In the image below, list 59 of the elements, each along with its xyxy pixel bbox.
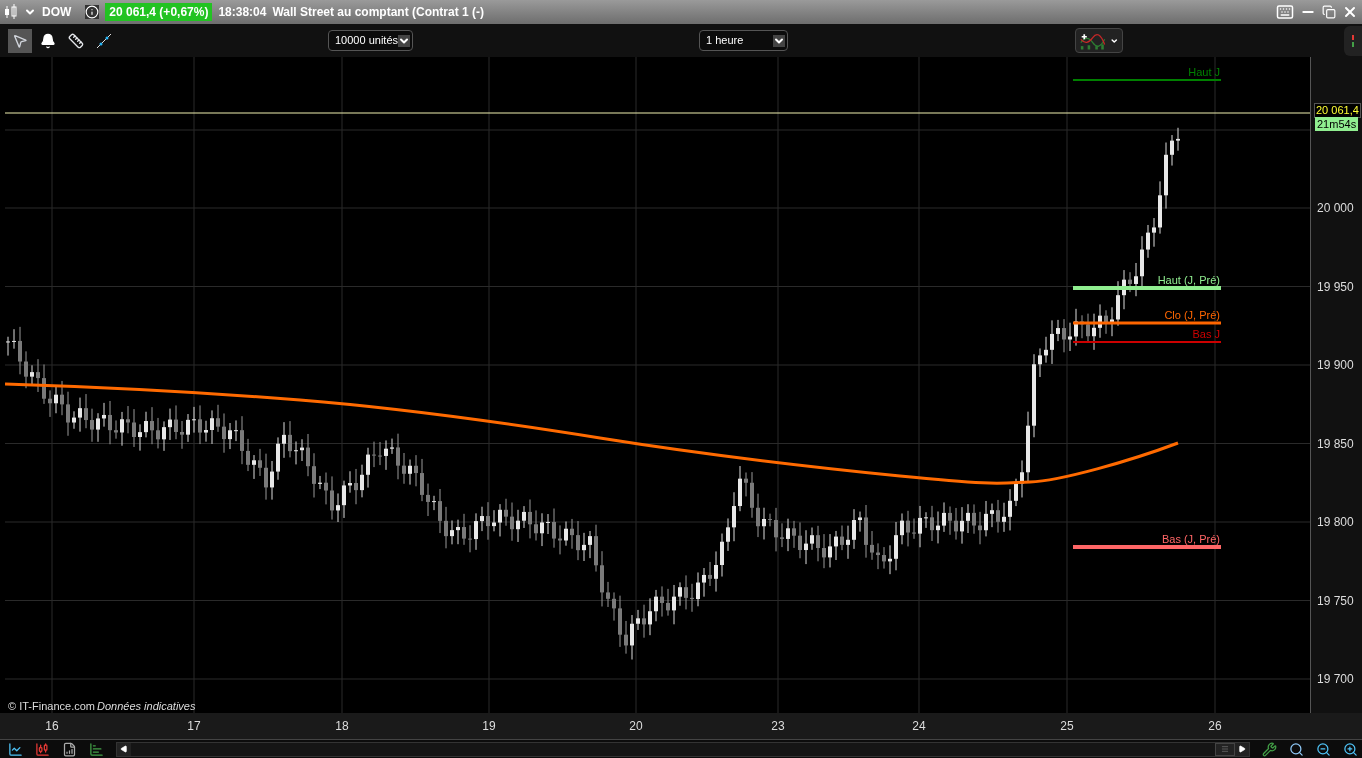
axis-label: 19 900	[1317, 359, 1354, 371]
bell-icon	[40, 32, 56, 49]
disclaimer-text: Données indicatives	[97, 700, 196, 712]
right-arrow-icon	[1238, 745, 1246, 753]
zoom-fit-icon[interactable]	[1289, 741, 1304, 757]
axis-label: 20	[629, 720, 643, 732]
bars-icon[interactable]	[89, 741, 104, 757]
axis-label: 23	[771, 720, 785, 732]
document-icon[interactable]	[62, 741, 77, 757]
ruler-icon	[68, 32, 84, 49]
side-panel-tab[interactable]	[1344, 26, 1362, 56]
close-icon[interactable]	[1342, 4, 1358, 20]
zoom-out-icon[interactable]	[1316, 741, 1331, 757]
axis-label: 19 950	[1317, 280, 1354, 293]
price-chart[interactable]: Haut J Haut (J, Pré) Clo (J, Pré) Bas J Bas (J, Pré) © IT-Finance.com Données indicatives	[5, 57, 1310, 713]
axis-label: 19 800	[1317, 516, 1354, 528]
caret-icon	[773, 34, 785, 47]
credit-text: © IT-Finance.com	[8, 700, 95, 712]
axis-label: 19 850	[1317, 437, 1354, 450]
axis-label: 20 000	[1317, 202, 1354, 214]
level-label: Bas J	[1192, 328, 1220, 340]
wrench-icon[interactable]	[1262, 741, 1277, 757]
candlestick-icon[interactable]	[35, 741, 50, 757]
axis-label: 18	[335, 720, 349, 732]
axis-label: 16	[45, 720, 59, 732]
level-label: Haut (J, Pré)	[1157, 274, 1220, 286]
info-icon[interactable]	[85, 5, 100, 19]
level-label: Clo (J, Pré)	[1164, 309, 1220, 321]
axis-label: 19	[482, 720, 496, 732]
axis-label: 24	[912, 720, 926, 732]
pointer-icon	[12, 32, 28, 49]
restore-icon[interactable]	[1322, 5, 1336, 19]
window-title: Wall Street au comptant (Contrat 1 (-)	[272, 4, 485, 21]
quantity-dropdown[interactable]: 10000 unités	[328, 30, 413, 51]
axis-label: 26	[1208, 720, 1222, 732]
keyboard-icon[interactable]	[1276, 3, 1294, 21]
zoom-in-icon[interactable]	[1343, 741, 1358, 757]
line-tool-icon	[95, 31, 113, 50]
caret-icon	[398, 34, 410, 47]
candlestick-icon[interactable]	[4, 4, 18, 20]
scroll-left-button[interactable]	[117, 742, 131, 756]
grip-icon	[1221, 745, 1229, 753]
chart-type-icon[interactable]	[8, 741, 23, 757]
time-label: 18:38:04	[218, 4, 267, 21]
countdown-label: 21m54s	[1315, 117, 1359, 131]
scroll-thumb[interactable]	[1215, 742, 1235, 756]
scroll-right-button[interactable]	[1235, 742, 1249, 756]
indicator-button[interactable]	[1075, 28, 1123, 53]
left-arrow-icon	[120, 745, 128, 753]
tool-button[interactable]	[8, 28, 32, 53]
axis-label: 19 700	[1317, 673, 1354, 685]
axis-label: 17	[187, 720, 201, 732]
level-label: Bas (J, Pré)	[1161, 533, 1220, 545]
axis-label: 25	[1060, 720, 1074, 732]
price-badge: 20 061,4 (+0,67%)	[105, 3, 213, 21]
symbol-label[interactable]: DOW	[42, 3, 72, 21]
axis-label: 19 750	[1317, 594, 1354, 607]
level-label: Haut J	[1188, 66, 1220, 78]
timeframe-dropdown[interactable]: 1 heure	[699, 30, 788, 51]
